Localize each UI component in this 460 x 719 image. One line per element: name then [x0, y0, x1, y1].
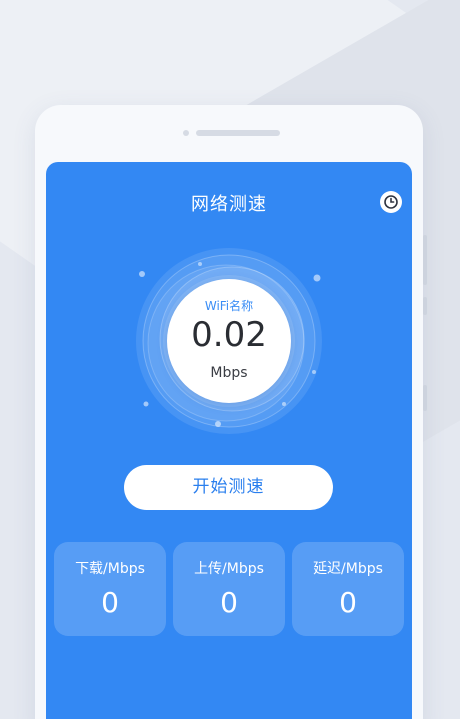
speed-gauge: WiFi名称 0.02 Mbps — [134, 246, 324, 436]
page-title: 网络测速 — [191, 194, 267, 215]
start-test-button[interactable]: 开始测速 — [124, 465, 333, 510]
download-stat-card: 下载/Mbps 0 — [54, 542, 166, 636]
clock-icon — [384, 195, 398, 209]
phone-side-button — [423, 235, 427, 285]
latency-stat-card: 延迟/Mbps 0 — [292, 542, 404, 636]
speed-unit: Mbps — [210, 365, 248, 381]
speed-readout: WiFi名称 0.02 Mbps — [167, 279, 291, 403]
phone-side-button — [423, 385, 427, 411]
stat-value: 0 — [339, 586, 357, 619]
phone-side-button — [423, 297, 427, 315]
phone-speaker — [196, 130, 280, 136]
stat-label: 延迟/Mbps — [313, 561, 383, 577]
history-button[interactable] — [380, 191, 402, 213]
stat-label: 上传/Mbps — [194, 561, 264, 577]
wifi-name-label: WiFi名称 — [204, 299, 254, 313]
phone-camera — [183, 130, 189, 136]
speed-value: 0.02 — [191, 315, 267, 355]
stat-label: 下载/Mbps — [75, 561, 145, 577]
upload-stat-card: 上传/Mbps 0 — [173, 542, 285, 636]
stat-value: 0 — [220, 586, 238, 619]
stat-value: 0 — [101, 586, 119, 619]
app-screen: 网络测速 WiFi名称 0.02 Mbps 开始测速 下载/Mbps 0 上传/… — [46, 162, 412, 719]
